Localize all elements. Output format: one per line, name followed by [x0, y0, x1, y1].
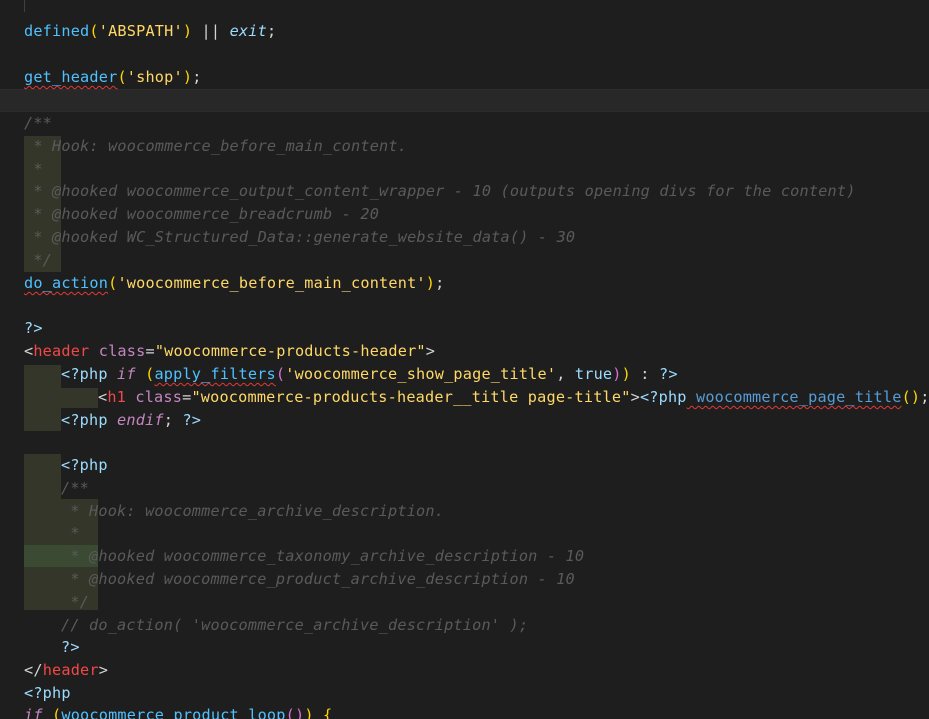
- code-line[interactable]: <h1 class="woocommerce-products-header__…: [0, 386, 929, 409]
- token-attribute: class: [126, 388, 183, 406]
- code-line[interactable]: <?php endif; ?>: [0, 409, 929, 432]
- token-punctuation: ;: [192, 68, 202, 86]
- code-line[interactable]: /**: [0, 477, 929, 500]
- token-paren: ): [304, 706, 314, 719]
- token-paren: (: [42, 706, 62, 719]
- token-string: "woocommerce-products-header": [154, 342, 426, 360]
- current-line-highlight: [0, 89, 929, 112]
- code-line[interactable]: <?php if (apply_filters('woocommerce_sho…: [0, 363, 929, 386]
- code-line[interactable]: * Hook: woocommerce_before_main_content.: [0, 135, 929, 158]
- token-bracket: >: [98, 661, 109, 679]
- token-string: 'ABSPATH': [98, 22, 183, 40]
- token-keyword: exit: [229, 22, 267, 40]
- code-line[interactable]: *: [0, 522, 929, 545]
- code-line[interactable]: get_header('shop');: [0, 66, 929, 89]
- token-operator: ||: [192, 22, 230, 40]
- code-line[interactable]: <?php: [0, 682, 929, 705]
- code-line[interactable]: * Hook: woocommerce_archive_description.: [0, 500, 929, 523]
- token-bracket: <: [24, 342, 34, 360]
- token-paren: ): [612, 365, 622, 383]
- token-paren: (): [901, 388, 921, 406]
- token-php-tag: <?php: [24, 684, 71, 702]
- token-tag: header: [33, 342, 90, 360]
- token-bracket: >: [630, 388, 640, 406]
- token-function: woocommerce_product_loop: [61, 706, 286, 719]
- token-punctuation: =: [145, 342, 155, 360]
- token-paren: ): [182, 68, 193, 86]
- code-line[interactable]: * @hooked woocommerce_taxonomy_archive_d…: [0, 545, 929, 568]
- code-line[interactable]: if (woocommerce_product_loop()) {: [0, 704, 929, 719]
- token-punctuation: ;: [435, 274, 445, 292]
- token-php-tag: <?php: [61, 411, 108, 429]
- code-line[interactable]: * @hooked woocommerce_product_archive_de…: [0, 568, 929, 591]
- code-line[interactable]: </header>: [0, 659, 929, 682]
- code-line[interactable]: * @hooked woocommerce_output_content_wra…: [0, 180, 929, 203]
- token-php-tag: ?>: [659, 365, 678, 383]
- token-punctuation: ;: [163, 411, 183, 429]
- token-php-tag: <?php: [61, 365, 108, 383]
- token-punctuation: :: [630, 365, 659, 383]
- token-string: 'shop': [126, 68, 183, 86]
- token-keyword: if: [24, 706, 43, 719]
- token-php-tag: ?>: [24, 319, 43, 337]
- code-line[interactable]: do_action('woocommerce_before_main_conte…: [0, 272, 929, 295]
- code-line[interactable]: // do_action( 'woocommerce_archive_descr…: [0, 614, 929, 637]
- token-keyword: endif: [107, 411, 164, 429]
- token-bracket: </: [24, 661, 43, 679]
- code-line[interactable]: ?>: [0, 317, 929, 340]
- token-string: "woocommerce-products-header__title page…: [191, 388, 631, 406]
- token-php-tag: ?>: [182, 411, 202, 429]
- token-keyword: if: [107, 365, 136, 383]
- token-literal: true: [574, 365, 613, 383]
- token-php-tag: ?>: [61, 638, 80, 656]
- token-bracket: >: [425, 342, 436, 360]
- code-line[interactable]: <header class="woocommerce-products-head…: [0, 340, 929, 363]
- token-punctuation: ;: [266, 22, 277, 40]
- token-function: do_action: [24, 274, 109, 292]
- token-paren: (: [135, 365, 155, 383]
- code-line[interactable]: */: [0, 591, 929, 614]
- indent-guide: [24, 0, 25, 12]
- token-tag: h1: [107, 388, 127, 406]
- code-line[interactable]: <?php: [0, 454, 929, 477]
- token-function: get_header: [24, 68, 118, 86]
- token-function: defined: [24, 22, 90, 40]
- token-punctuation: ,: [556, 365, 575, 383]
- code-line[interactable]: * @hooked WC_Structured_Data::generate_w…: [0, 226, 929, 249]
- token-string: 'woocommerce_show_page_title': [285, 365, 557, 383]
- code-editor[interactable]: defined('ABSPATH') || exit; get_header('…: [0, 0, 929, 719]
- code-line[interactable]: */: [0, 249, 929, 272]
- token-function: woocommerce_page_title: [686, 388, 902, 406]
- token-string: 'woocommerce_before_main_content': [117, 274, 426, 292]
- token-punctuation: ;: [920, 388, 929, 406]
- code-line[interactable]: /**: [0, 112, 929, 135]
- token-php-tag: <?php: [639, 388, 687, 406]
- token-paren: (: [275, 365, 286, 383]
- token-tag: header: [42, 661, 99, 679]
- code-line[interactable]: ?>: [0, 636, 929, 659]
- token-paren: (: [89, 22, 99, 40]
- token-paren: ): [621, 365, 631, 383]
- token-attribute: class: [89, 342, 146, 360]
- token-bracket: <: [98, 388, 108, 406]
- code-line[interactable]: *: [0, 158, 929, 181]
- token-paren: (: [117, 68, 127, 86]
- token-php-tag: <?php: [61, 456, 108, 474]
- token-paren: ): [425, 274, 436, 292]
- code-line[interactable]: * @hooked woocommerce_breadcrumb - 20: [0, 203, 929, 226]
- token-paren: (): [285, 706, 305, 719]
- token-brace: {: [313, 706, 333, 719]
- token-paren: ): [182, 22, 193, 40]
- token-function: apply_filters: [154, 365, 276, 383]
- code-line[interactable]: defined('ABSPATH') || exit;: [0, 20, 929, 43]
